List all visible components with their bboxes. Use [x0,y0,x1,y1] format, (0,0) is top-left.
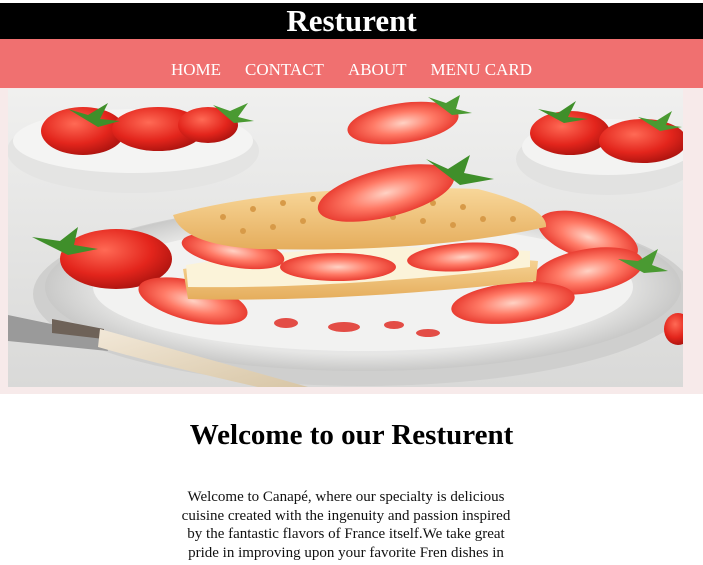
nav-contact-link[interactable]: CONTACT [245,60,324,80]
page: Resturent HOME CONTACT ABOUT MENU CARD W… [0,0,703,565]
welcome-heading: Welcome to our Resturent [189,419,514,451]
intro-paragraph: Welcome to Canapé, where our specialty i… [181,489,511,565]
hero-image [8,89,683,387]
main-nav: HOME CONTACT ABOUT MENU CARD [0,39,703,88]
site-title: Resturent [286,3,417,38]
strawberry-biscuit-photo-icon [8,89,683,387]
hero-section [0,88,703,394]
nav-home-link[interactable]: HOME [171,60,221,80]
nav-about-link[interactable]: ABOUT [348,60,407,80]
site-header: Resturent [0,3,703,39]
welcome-section: Welcome to our Resturent [0,418,703,452]
nav-menu-card-link[interactable]: MENU CARD [431,60,533,80]
